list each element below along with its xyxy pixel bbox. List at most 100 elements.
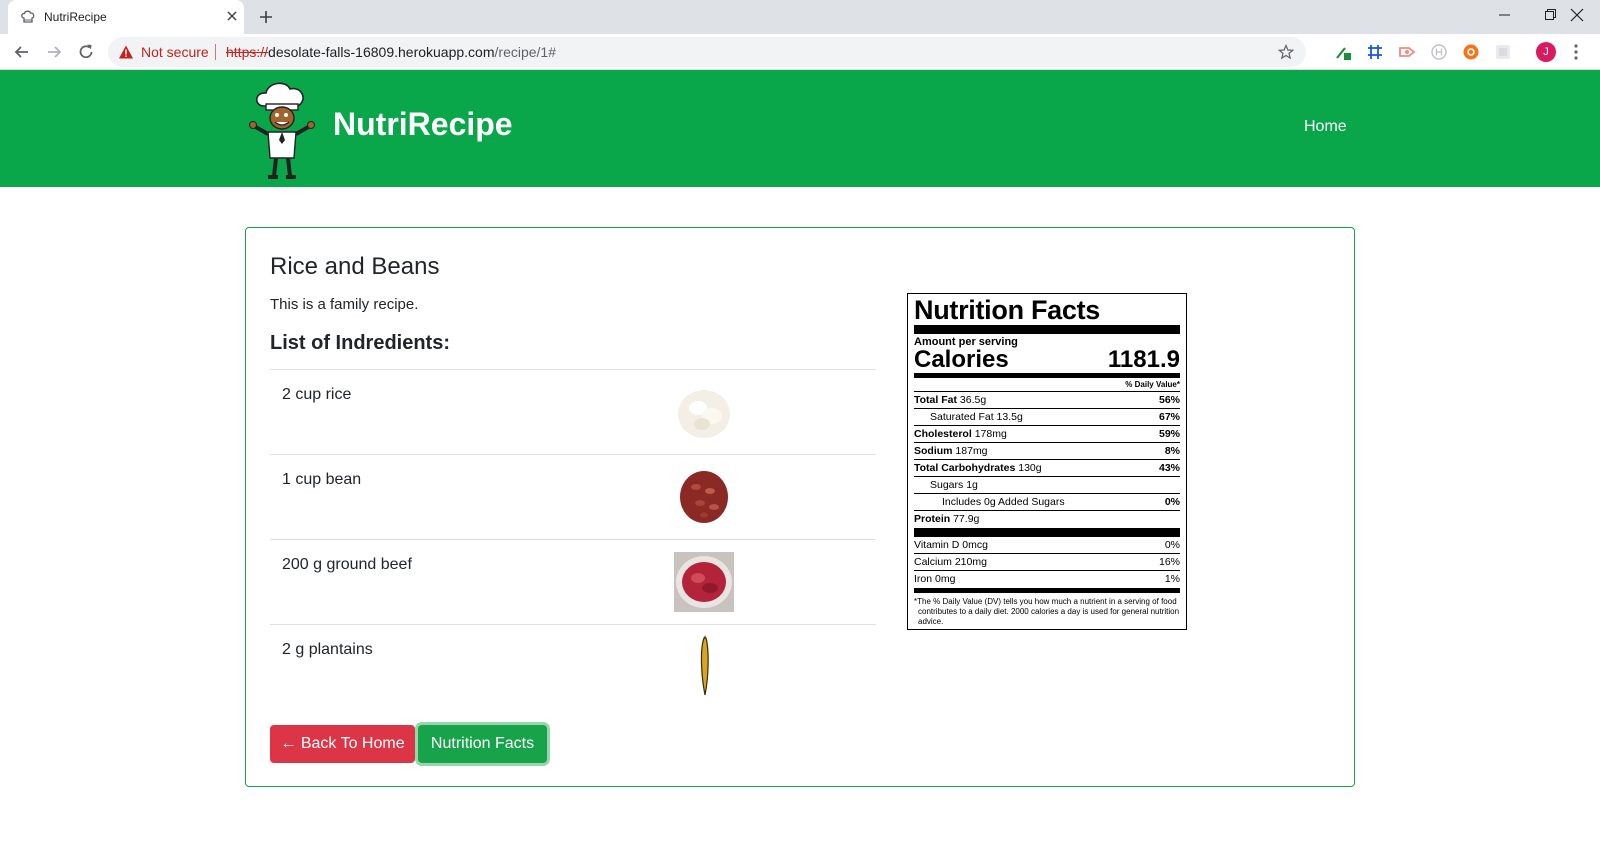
- browser-tab-strip: NutriRecipe: [0, 0, 1600, 34]
- daily-value-footnote: *The % Daily Value (DV) tells you how mu…: [914, 597, 1180, 626]
- nutrient-label: Sodium: [914, 445, 953, 457]
- nutrient-pct: 0%: [1164, 496, 1180, 508]
- nutrient-label: Saturated Fat: [930, 411, 994, 423]
- beans-image: [680, 471, 728, 523]
- nutrient-label: Protein: [914, 513, 951, 525]
- nutrition-title: Nutrition Facts: [914, 295, 1101, 325]
- nutrient-amount: 187mg: [955, 445, 988, 457]
- recipe-title: Rice and Beans: [270, 253, 440, 280]
- back-arrow-icon[interactable]: [12, 42, 32, 62]
- new-tab-plus-icon[interactable]: [256, 7, 276, 27]
- url-scheme: https://: [226, 44, 269, 60]
- chef-logo-icon[interactable]: [246, 80, 316, 180]
- bookmark-star-icon[interactable]: [1278, 44, 1294, 60]
- nutrient-amount: 1g: [966, 479, 978, 491]
- close-tab-icon[interactable]: [224, 8, 240, 24]
- forward-arrow-icon[interactable]: [44, 42, 64, 62]
- back-to-home-button[interactable]: ← Back To Home: [270, 725, 415, 763]
- nutrition-facts-button[interactable]: Nutrition Facts: [418, 725, 547, 763]
- h-circle-extension-icon[interactable]: [1430, 43, 1448, 61]
- url-text[interactable]: https://desolate-falls-16809.herokuapp.c…: [226, 44, 556, 60]
- medium-divider: [914, 588, 1180, 593]
- thick-divider: [914, 325, 1180, 334]
- orange-extension-icon[interactable]: [1462, 43, 1480, 61]
- nutrient-label: Total Fat: [914, 394, 957, 406]
- nutrient-pct: 56%: [1158, 394, 1180, 406]
- nutrient-amount: 178mg: [974, 428, 1007, 440]
- ingredient-row: 2 cup rice: [270, 369, 876, 454]
- nutrient-row: Protein 77.9g: [914, 511, 1180, 527]
- translate-extension-icon[interactable]: [1494, 43, 1512, 61]
- nutrient-row: Total Carbohydrates 130g 43%: [914, 460, 1180, 477]
- ingredients-list: 2 cup rice 1 cup bean 200 g ground beef: [270, 369, 876, 709]
- url-path: /recipe/1#: [494, 44, 556, 60]
- tab-title: NutriRecipe: [44, 10, 107, 24]
- ingredient-text: 1 cup bean: [282, 471, 362, 488]
- close-window-icon: [1570, 8, 1584, 22]
- ingredient-text: 200 g ground beef: [282, 556, 412, 573]
- grid-extension-icon[interactable]: [1366, 43, 1384, 61]
- ingredient-row: 1 cup bean: [270, 454, 876, 539]
- url-host: desolate-falls-16809.herokuapp.com: [268, 44, 495, 60]
- nutrient-row: Sodium 187mg 8%: [914, 443, 1180, 460]
- ingredient-text: 2 cup rice: [282, 386, 352, 403]
- nutrient-row: Includes 0g Added Sugars 0%: [914, 494, 1180, 511]
- video-extension-icon[interactable]: [1398, 43, 1416, 61]
- address-bar[interactable]: Not secure https://desolate-falls-16809.…: [108, 37, 1306, 67]
- eyedropper-extension-icon[interactable]: [1334, 43, 1352, 61]
- close-window-button[interactable]: [1554, 0, 1600, 30]
- micronutrient-row: Vitamin D 0mcg 0%: [914, 537, 1180, 554]
- ingredient-row: 2 g plantains: [270, 624, 876, 709]
- browser-toolbar: Not secure https://desolate-falls-16809.…: [0, 34, 1600, 70]
- chef-hat-favicon-icon: [21, 10, 35, 23]
- security-label[interactable]: Not secure: [141, 44, 209, 60]
- browser-menu-icon[interactable]: [1572, 43, 1580, 61]
- reload-icon[interactable]: [76, 42, 96, 62]
- recipe-card: Rice and Beans This is a family recipe. …: [245, 227, 1355, 787]
- ingredient-row: 200 g ground beef: [270, 539, 876, 624]
- nutrient-label: Total Carbohydrates: [914, 462, 1016, 474]
- minimize-button[interactable]: [1482, 0, 1528, 30]
- nutrient-pct: 59%: [1158, 428, 1180, 440]
- nutrient-pct: 67%: [1158, 411, 1180, 423]
- nutrient-amount: 13.5g: [996, 411, 1023, 423]
- minimize-icon: [1499, 14, 1510, 16]
- nav-home-link[interactable]: Home: [1304, 118, 1347, 136]
- nutrient-row: Cholesterol 178mg 59%: [914, 426, 1180, 443]
- micronutrient-pct: 0%: [1164, 539, 1180, 551]
- nutrient-label: Sugars: [930, 479, 964, 491]
- nutrient-row: Saturated Fat 13.5g 67%: [914, 409, 1180, 426]
- micronutrient-label: Calcium 210mg: [914, 556, 987, 568]
- address-separator: [215, 44, 216, 60]
- site-navbar: NutriRecipe Home: [0, 70, 1600, 187]
- site-brand[interactable]: NutriRecipe: [333, 106, 513, 143]
- ingredients-heading: List of Indredients:: [270, 332, 450, 354]
- nutrient-pct: 8%: [1164, 445, 1180, 457]
- profile-avatar[interactable]: J: [1536, 42, 1556, 62]
- ground-beef-image: [674, 552, 734, 612]
- recipe-description: This is a family recipe.: [270, 296, 419, 313]
- nutrient-row: Sugars 1g: [914, 477, 1180, 494]
- nutrient-label: Cholesterol: [914, 428, 972, 440]
- calories-row: Calories 1181.9: [914, 348, 1180, 372]
- micronutrient-pct: 1%: [1164, 573, 1180, 585]
- nutrient-label: Includes 0g Added Sugars: [942, 496, 1065, 508]
- micronutrient-label: Iron 0mg: [914, 573, 956, 585]
- nutrient-amount: 130g: [1018, 462, 1042, 474]
- ingredient-text: 2 g plantains: [282, 641, 373, 658]
- thick-divider: [914, 528, 1180, 537]
- browser-tab[interactable]: NutriRecipe: [8, 0, 244, 34]
- micronutrient-row: Iron 0mg 1%: [914, 571, 1180, 587]
- rice-image: [678, 390, 730, 438]
- micronutrient-label: Vitamin D 0mcg: [914, 539, 988, 551]
- daily-value-header: % Daily Value*: [914, 378, 1180, 392]
- calories-value: 1181.9: [1107, 346, 1180, 373]
- calories-label: Calories: [914, 346, 1009, 373]
- micronutrient-pct: 16%: [1158, 556, 1180, 568]
- nutrition-facts-label: Nutrition Facts Amount per serving Calor…: [907, 293, 1187, 630]
- nutrient-pct: 43%: [1158, 462, 1180, 474]
- warning-triangle-icon: [119, 45, 133, 59]
- nutrient-amount: 36.5g: [959, 394, 987, 406]
- plantain-image: [700, 635, 709, 696]
- nutrient-row: Total Fat 36.5g 56%: [914, 392, 1180, 409]
